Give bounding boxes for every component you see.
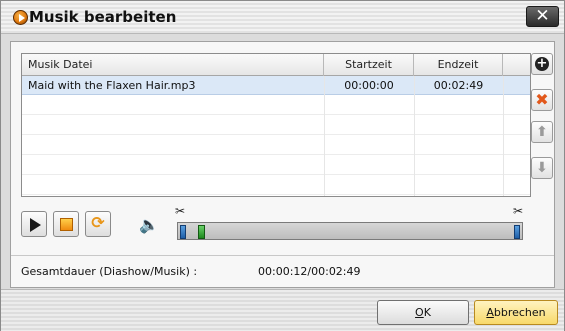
play-button[interactable] xyxy=(21,211,47,237)
divider xyxy=(11,255,554,256)
trim-start-handle[interactable] xyxy=(180,225,186,239)
dialog-title: Musik bearbeiten xyxy=(29,8,177,26)
delete-icon: ✖ xyxy=(535,90,549,109)
row-start-time: 00:00:00 xyxy=(344,79,394,92)
title-bar: Musik bearbeiten ✕ xyxy=(1,1,564,34)
loop-button[interactable]: ⟳ xyxy=(85,211,111,237)
volume-speaker-icon[interactable]: 🔈 xyxy=(139,216,159,234)
column-divider xyxy=(503,76,504,196)
dialog-footer: OK Abbrechen xyxy=(1,289,564,331)
playback-position-handle[interactable] xyxy=(198,225,205,239)
table-row[interactable]: Maid with the Flaxen Hair.mp3 00:00:00 0… xyxy=(22,76,530,95)
remove-music-button[interactable]: ✖ xyxy=(531,89,553,111)
play-icon xyxy=(30,218,41,232)
empty-row xyxy=(22,176,530,195)
close-button[interactable]: ✕ xyxy=(526,6,559,27)
add-music-button[interactable]: + xyxy=(531,53,553,75)
add-icon: + xyxy=(535,56,549,71)
music-list[interactable]: Musik Datei Startzeit Endzeit Maid with … xyxy=(21,53,531,197)
stop-button[interactable] xyxy=(53,211,79,237)
arrow-down-icon: ⬇ xyxy=(536,160,548,176)
dialog-content: Musik Datei Startzeit Endzeit Maid with … xyxy=(10,41,555,288)
column-header-end-time[interactable]: Endzeit xyxy=(414,54,503,76)
empty-row xyxy=(22,156,530,175)
row-file-name: Maid with the Flaxen Hair.mp3 xyxy=(28,79,196,92)
music-timeline-slider[interactable] xyxy=(177,222,523,240)
move-down-button[interactable]: ⬇ xyxy=(531,157,553,179)
empty-row xyxy=(22,116,530,135)
cancel-button[interactable]: Abbrechen xyxy=(474,300,558,325)
trim-end-handle[interactable] xyxy=(514,225,520,239)
empty-row xyxy=(22,96,530,115)
trim-start-scissor-icon: ✂ xyxy=(175,204,186,218)
trim-end-scissor-icon: ✂ xyxy=(513,204,524,218)
column-divider xyxy=(414,76,415,196)
loop-icon: ⟳ xyxy=(91,213,105,232)
total-duration-value: 00:00:12/00:02:49 xyxy=(258,265,361,278)
empty-row xyxy=(22,136,530,155)
arrow-up-icon: ⬆ xyxy=(536,124,548,140)
music-edit-dialog: Musik bearbeiten ✕ Musik Datei Startzeit… xyxy=(0,0,565,331)
stop-icon xyxy=(60,218,73,231)
column-header-music-file[interactable]: Musik Datei xyxy=(22,54,324,76)
move-up-button[interactable]: ⬆ xyxy=(531,121,553,143)
ok-button[interactable]: OK xyxy=(377,300,469,325)
column-divider xyxy=(324,76,325,196)
app-logo-icon xyxy=(13,10,28,25)
row-end-time: 00:02:49 xyxy=(433,79,484,92)
total-duration-label: Gesamtdauer (Diashow/Musik) : xyxy=(21,265,198,278)
column-header-start-time[interactable]: Startzeit xyxy=(324,54,414,76)
column-header-empty xyxy=(503,54,530,76)
list-header: Musik Datei Startzeit Endzeit xyxy=(22,54,530,76)
